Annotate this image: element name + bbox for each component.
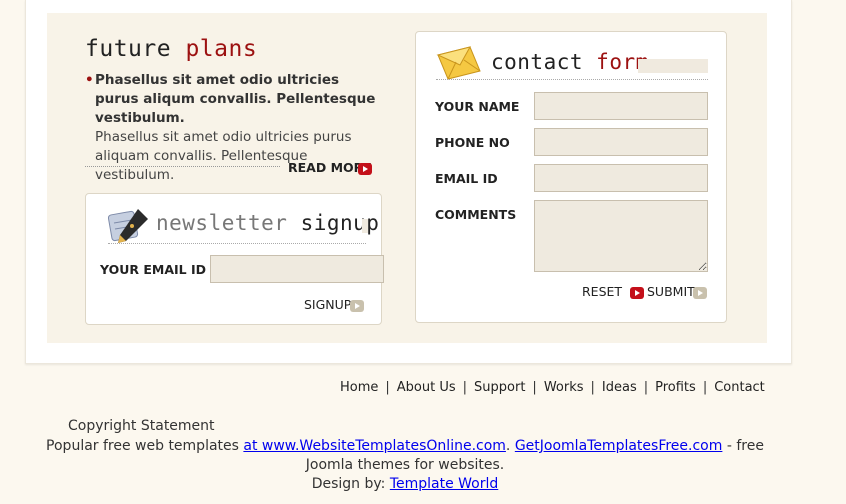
divider (108, 243, 366, 244)
email-input[interactable] (534, 164, 708, 192)
newsletter-box: newsletter signup YOUR EMAIL ID SIGNUP (85, 193, 384, 325)
submit-button[interactable]: SUBMIT (647, 284, 707, 299)
newsletter-email-input[interactable] (210, 255, 384, 283)
footer-link-home[interactable]: Home (340, 380, 378, 395)
separator: | (643, 380, 649, 395)
comments-label: COMMENTS (435, 207, 517, 222)
bullet-icon: • (85, 72, 94, 88)
arrow-right-icon (630, 286, 645, 299)
contact-title: contact form (491, 50, 649, 74)
footer-link-about[interactable]: About Us (397, 380, 456, 395)
signup-button[interactable]: SIGNUP (304, 297, 365, 312)
arrow-right-icon (350, 299, 365, 312)
title-plain: newsletter (156, 211, 288, 235)
bullet-bold-text: Phasellus sit amet odio ultricies purus … (95, 72, 376, 126)
pen-icon (108, 209, 148, 243)
arrow-right-icon (357, 162, 372, 175)
footer-link-ideas[interactable]: Ideas (602, 380, 637, 395)
templates-online-link[interactable]: at www.WebsiteTemplatesOnline.com (243, 438, 506, 454)
divider (436, 79, 708, 80)
submit-label: SUBMIT (647, 284, 695, 299)
divider (85, 166, 280, 167)
email-label: EMAIL ID (435, 171, 498, 186)
separator: | (590, 380, 595, 395)
separator: | (462, 380, 468, 395)
separator: | (702, 380, 708, 395)
phone-input[interactable] (534, 128, 708, 156)
footer-credits: Popular free web templates at www.Websit… (40, 437, 770, 494)
footer-link-works[interactable]: Works (544, 380, 584, 395)
name-input[interactable] (534, 92, 708, 120)
title-highlight (362, 219, 368, 233)
separator: | (532, 380, 537, 395)
signup-label: SIGNUP (304, 297, 352, 312)
footer-nav: Home | About Us | Support | Works | Ideas | Profit… (340, 380, 765, 395)
reset-label: RESET (582, 284, 623, 299)
envelope-icon (436, 46, 481, 80)
contact-box: contact form YOUR NAME PHONE NO EMAIL ID… (415, 31, 727, 323)
credits-text: . (505, 438, 515, 454)
reset-button[interactable]: RESET (582, 284, 645, 299)
arrow-right-icon (692, 286, 707, 299)
name-label: YOUR NAME (435, 99, 520, 114)
comments-textarea[interactable] (534, 200, 708, 272)
joomla-templates-link[interactable]: GetJoomlaTemplatesFree.com (515, 438, 723, 454)
phone-label: PHONE NO (435, 135, 510, 150)
credits-text: Popular free web templates (46, 438, 244, 454)
read-more-link[interactable]: READ MORE (288, 160, 372, 175)
design-by-text: Design by: (311, 476, 390, 492)
newsletter-title: newsletter signup (156, 211, 379, 235)
copyright-statement: Copyright Statement (68, 418, 215, 434)
separator: | (385, 380, 390, 395)
future-plans-title: future plans (85, 36, 257, 62)
footer-link-contact[interactable]: Contact (714, 380, 765, 395)
footer-link-profits[interactable]: Profits (655, 380, 696, 395)
footer-link-support[interactable]: Support (474, 380, 525, 395)
template-world-link[interactable]: Template World (390, 476, 498, 492)
bullet-text: Phasellus sit amet odio ultricies purus … (95, 129, 352, 183)
title-plain: contact (491, 50, 584, 74)
email-label: YOUR EMAIL ID (100, 262, 207, 277)
title-accent: plans (185, 36, 258, 62)
title-plain: future (85, 36, 172, 62)
title-highlight (638, 59, 708, 73)
